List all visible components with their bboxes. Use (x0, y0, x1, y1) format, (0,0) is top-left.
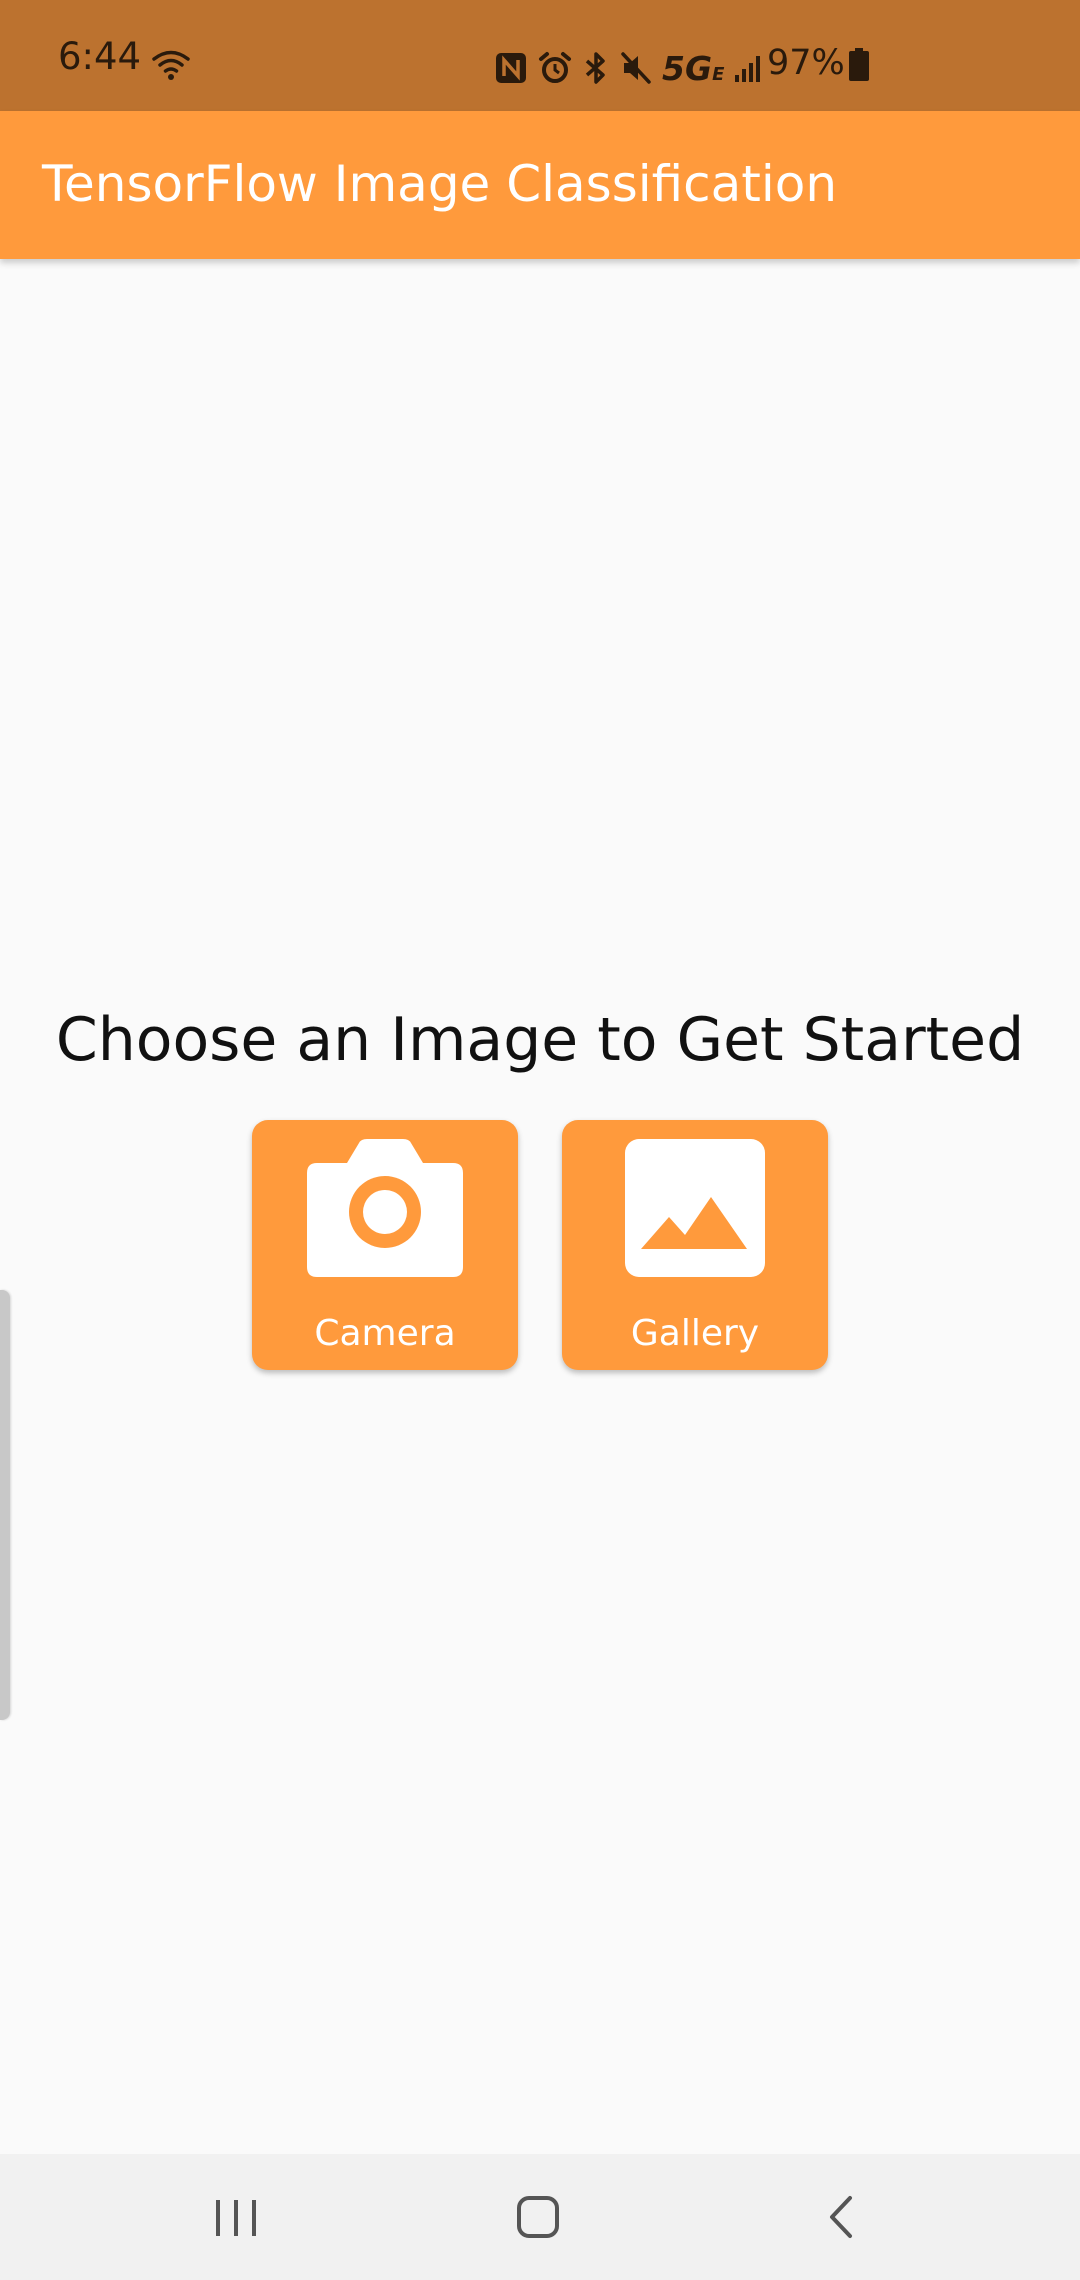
camera-button[interactable]: Camera (252, 1120, 518, 1370)
alarm-icon (539, 52, 571, 83)
signal-icon (735, 56, 761, 82)
status-bar: 6:44 5GE 97% (0, 0, 1080, 111)
status-time: 6:44 (58, 35, 142, 78)
app-bar: TensorFlow Image Classification (0, 111, 1080, 259)
battery-percentage: 97% (767, 43, 845, 83)
bluetooth-icon (585, 52, 605, 84)
app-title: TensorFlow Image Classification (42, 155, 838, 213)
gallery-button[interactable]: Gallery (562, 1120, 828, 1370)
choose-image-prompt: Choose an Image to Get Started (55, 1005, 1025, 1075)
edge-panel-handle[interactable] (0, 1290, 10, 1720)
navigation-bar (0, 2154, 1080, 2280)
home-icon[interactable] (498, 2184, 578, 2250)
mute-icon (621, 52, 651, 84)
back-icon[interactable] (800, 2184, 880, 2250)
gallery-button-label: Gallery (630, 1313, 760, 1354)
nfc-icon (496, 53, 526, 83)
wifi-icon (152, 50, 190, 80)
5g-icon: 5GE (662, 48, 725, 88)
camera-icon (307, 1139, 463, 1277)
battery-icon (849, 48, 869, 81)
camera-button-label: Camera (314, 1313, 456, 1354)
status-icons: 5GE (494, 48, 764, 88)
recents-icon[interactable] (196, 2184, 276, 2250)
image-icon (625, 1139, 765, 1277)
